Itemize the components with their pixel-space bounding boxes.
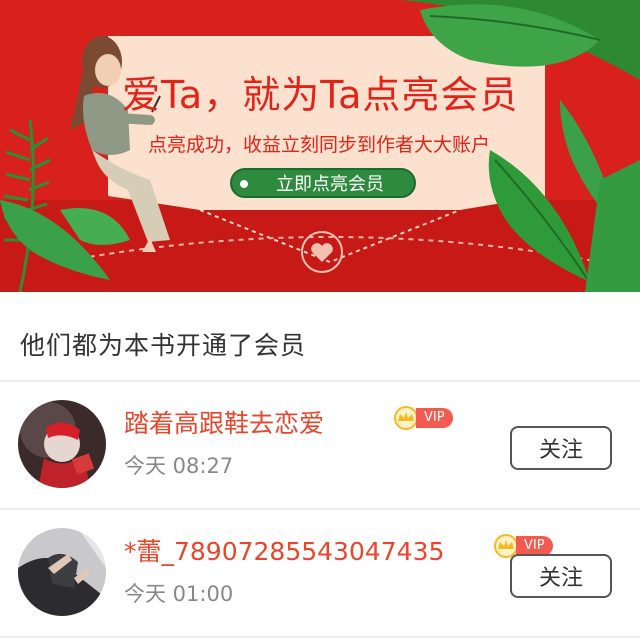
avatar-image-2 xyxy=(18,528,106,616)
member-name[interactable]: *蕾_78907285543047435 xyxy=(124,532,444,568)
list-item[interactable]: 踏着高跟鞋去恋爱 VIP 今天 08:27 关注 xyxy=(0,382,640,510)
member-list: 踏着高跟鞋去恋爱 VIP 今天 08:27 关注 *蕾_789072855430… xyxy=(0,382,640,638)
section-title: 他们都为本书开通了会员 xyxy=(0,292,640,382)
avatar-image-1 xyxy=(18,400,106,488)
cta-label: 立即点亮会员 xyxy=(276,174,384,195)
banner-subtitle: 点亮成功，收益立刻同步到作者大大账户 xyxy=(148,134,491,156)
member-name[interactable]: 踏着高跟鞋去恋爱 xyxy=(124,404,324,440)
vip-label: VIP xyxy=(416,408,453,428)
avatar[interactable] xyxy=(18,528,106,616)
member-time: 今天 08:27 xyxy=(124,454,234,478)
banner-headline: 爱Ta，就为Ta点亮会员 xyxy=(122,73,519,117)
follow-button[interactable]: 关注 xyxy=(510,426,612,470)
avatar[interactable] xyxy=(18,400,106,488)
member-time: 今天 01:00 xyxy=(124,582,234,606)
list-item[interactable]: *蕾_78907285543047435 VIP 今天 01:00 关注 xyxy=(0,510,640,638)
vip-label: VIP xyxy=(516,536,553,556)
follow-button[interactable]: 关注 xyxy=(510,554,612,598)
member-promo-banner[interactable]: 爱Ta，就为Ta点亮会员 点亮成功，收益立刻同步到作者大大账户 立即点亮会员 xyxy=(0,0,640,292)
cta-dot-icon xyxy=(240,180,248,188)
vip-badge: VIP xyxy=(392,406,453,430)
light-up-membership-button[interactable]: 立即点亮会员 xyxy=(230,168,416,198)
